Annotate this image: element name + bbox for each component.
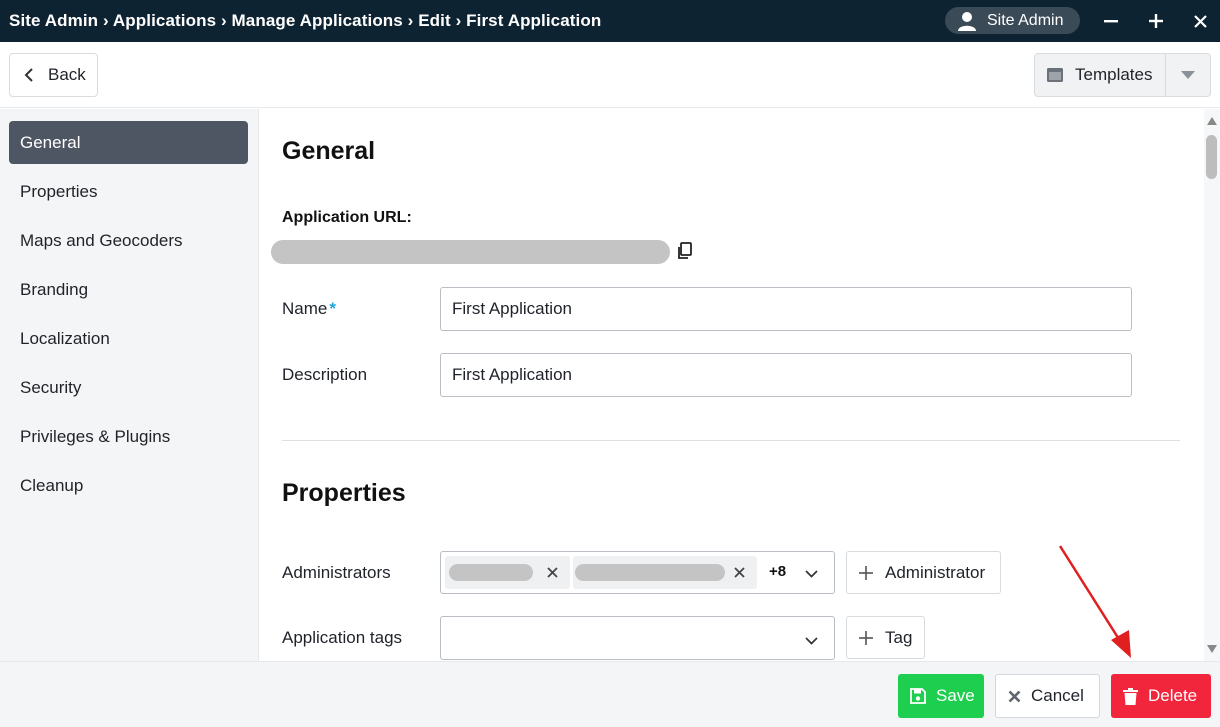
close-icon (546, 567, 558, 578)
sidebar-item-cleanup[interactable]: Cleanup (9, 464, 248, 507)
sidebar-item-properties[interactable]: Properties (9, 170, 248, 213)
application-url-redacted (271, 240, 670, 264)
add-administrator-button[interactable]: Administrator (846, 551, 1001, 594)
administrators-multiselect[interactable]: +8 (440, 551, 835, 594)
floppy-disk-icon (910, 688, 926, 704)
scrollbar-thumb[interactable] (1206, 135, 1217, 179)
add-tag-button[interactable]: Tag (846, 616, 925, 659)
user-menu-button[interactable]: Site Admin (945, 7, 1080, 34)
close-icon (733, 567, 745, 578)
back-button[interactable]: Back (9, 53, 98, 97)
cancel-button[interactable]: Cancel (995, 674, 1100, 718)
trash-icon (1123, 687, 1138, 705)
name-label: Name * (282, 299, 336, 319)
template-icon (1047, 68, 1063, 82)
required-marker: * (329, 299, 336, 318)
application-url-label: Application URL: (282, 209, 412, 226)
administrator-chip (573, 556, 757, 589)
caret-down-icon (1181, 71, 1195, 79)
settings-content: General Application URL: Name * First App… (260, 109, 1204, 661)
close-window-button[interactable] (1185, 6, 1215, 36)
scroll-up-arrow-icon[interactable] (1207, 117, 1217, 125)
sidebar-item-security[interactable]: Security (9, 366, 248, 409)
delete-label: Delete (1148, 686, 1198, 705)
description-input[interactable]: First Application (440, 353, 1132, 397)
templates-main[interactable]: Templates (1035, 54, 1166, 96)
copy-url-button[interactable] (677, 242, 693, 265)
title-bar: Site Admin › Applications › Manage Appli… (0, 0, 1220, 42)
description-input-value: First Application (452, 365, 572, 384)
breadcrumb: Site Admin › Applications › Manage Appli… (9, 11, 602, 30)
sidebar-item-privileges-plugins[interactable]: Privileges & Plugins (9, 415, 248, 458)
maximize-button[interactable] (1141, 6, 1171, 36)
name-label-text: Name (282, 299, 328, 318)
sidebar-item-maps-and-geocoders[interactable]: Maps and Geocoders (9, 219, 248, 262)
cancel-label: Cancel (1031, 686, 1084, 705)
add-administrator-label: Administrator (885, 562, 986, 582)
sidebar-item-localization[interactable]: Localization (9, 317, 248, 360)
save-button[interactable]: Save (898, 674, 984, 718)
plus-icon (1149, 14, 1163, 28)
close-icon (1193, 14, 1207, 28)
user-name: Site Admin (987, 11, 1064, 29)
application-tags-label: Application tags (282, 628, 403, 647)
copy-icon (678, 242, 692, 259)
sidebar-item-label: Privileges & Plugins (20, 426, 171, 446)
section-divider (282, 440, 1180, 441)
sidebar-item-label: Properties (20, 181, 98, 201)
minimize-icon (1104, 20, 1118, 23)
general-heading: General (282, 137, 376, 165)
plus-icon (859, 565, 873, 580)
content-scrollbar[interactable] (1204, 109, 1220, 661)
scroll-down-arrow-icon[interactable] (1207, 645, 1217, 653)
sidebar-item-label: General (20, 132, 81, 152)
administrator-chip (445, 556, 570, 589)
templates-button[interactable]: Templates (1034, 53, 1211, 97)
toolbar: Back Templates (0, 42, 1220, 108)
remove-administrator-button[interactable] (728, 556, 750, 589)
more-administrators-count[interactable]: +8 (769, 563, 786, 580)
remove-administrator-button[interactable] (541, 556, 563, 589)
close-icon (1008, 690, 1021, 702)
properties-heading: Properties (282, 479, 406, 507)
sidebar-item-general[interactable]: General (9, 121, 248, 164)
delete-button[interactable]: Delete (1111, 674, 1211, 718)
administrator-name-redacted (575, 564, 725, 581)
user-icon (958, 11, 976, 31)
administrators-dropdown-toggle[interactable] (805, 565, 818, 583)
chevron-left-icon (24, 68, 33, 82)
administrators-label: Administrators (282, 563, 391, 582)
add-tag-label: Tag (885, 627, 913, 647)
sidebar-item-branding[interactable]: Branding (9, 268, 248, 311)
sidebar-item-label: Security (20, 377, 82, 397)
chevron-down-icon (805, 570, 818, 578)
sidebar-item-label: Cleanup (20, 475, 84, 495)
sidebar-item-label: Localization (20, 328, 110, 348)
sidebar-item-label: Maps and Geocoders (20, 230, 183, 250)
templates-label: Templates (1075, 65, 1153, 84)
plus-icon (859, 630, 873, 645)
templates-dropdown-toggle[interactable] (1166, 54, 1210, 96)
name-input[interactable]: First Application (440, 287, 1132, 331)
back-label: Back (48, 65, 86, 84)
save-label: Save (936, 686, 975, 705)
application-tags-select[interactable] (440, 616, 835, 660)
administrator-name-redacted (449, 564, 533, 581)
settings-sidebar: General Properties Maps and Geocoders Br… (0, 109, 259, 661)
chevron-down-icon (805, 637, 818, 645)
description-label: Description (282, 365, 368, 384)
tags-dropdown-toggle[interactable] (805, 632, 818, 650)
action-footer: Save Cancel Delete (0, 661, 1220, 727)
sidebar-item-label: Branding (20, 279, 89, 299)
minimize-button[interactable] (1096, 6, 1126, 36)
name-input-value: First Application (452, 299, 572, 318)
